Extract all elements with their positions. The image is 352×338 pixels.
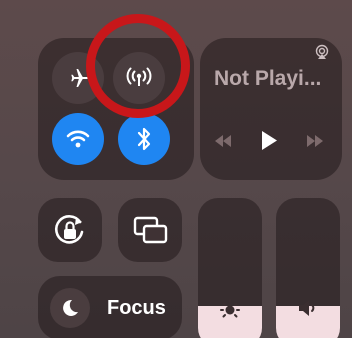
focus-label: Focus bbox=[107, 297, 166, 319]
fast-forward-icon[interactable] bbox=[305, 135, 325, 147]
screen-mirroring-icon bbox=[130, 212, 170, 248]
airplane-icon bbox=[66, 66, 90, 90]
rotation-lock-icon bbox=[50, 210, 90, 250]
speaker-icon bbox=[297, 299, 319, 317]
focus-icon-circle bbox=[50, 288, 90, 328]
moon-icon bbox=[60, 298, 80, 318]
cellular-icon bbox=[124, 66, 154, 90]
play-icon[interactable] bbox=[261, 131, 277, 150]
cellular-data-button[interactable] bbox=[113, 52, 165, 104]
brightness-icon bbox=[218, 298, 242, 318]
wifi-icon bbox=[65, 128, 91, 150]
now-playing-title: Not Playi... bbox=[214, 67, 322, 90]
airplay-icon[interactable] bbox=[314, 44, 330, 60]
rewind-icon[interactable] bbox=[213, 135, 233, 147]
bluetooth-button[interactable] bbox=[118, 113, 170, 165]
wifi-button[interactable] bbox=[52, 113, 104, 165]
bluetooth-icon bbox=[135, 126, 153, 152]
volume-slider[interactable] bbox=[276, 198, 340, 338]
airplane-mode-button[interactable] bbox=[52, 52, 104, 104]
